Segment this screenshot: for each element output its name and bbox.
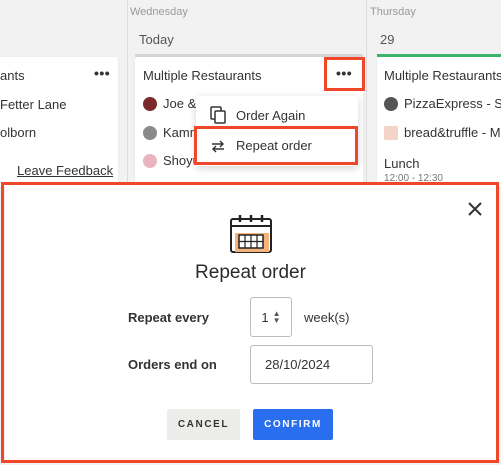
menu-item-repeat-order[interactable]: Repeat order <box>210 138 312 153</box>
today-header: Today <box>139 32 174 47</box>
column-divider <box>127 0 128 190</box>
restaurant-row: olborn <box>0 125 36 140</box>
card-title: ants <box>0 68 25 83</box>
context-menu: Order Again Repeat order <box>196 96 358 166</box>
restaurant-name: olborn <box>0 125 37 140</box>
restaurant-logo-icon <box>143 96 157 111</box>
day-header-wednesday: Wednesday <box>130 6 188 18</box>
cancel-button[interactable]: CANCEL <box>167 409 240 440</box>
restaurant-name: Kamm <box>163 125 201 140</box>
restaurant-row: Fetter Lane <box>0 97 67 112</box>
order-card-left[interactable]: ants ••• Fetter Lane olborn Leave Feedba… <box>0 57 118 187</box>
restaurant-row: PizzaExpress - S <box>384 96 501 111</box>
calendar-background: Wednesday Thursday Today 29 ants ••• Fet… <box>0 0 501 190</box>
repeat-every-label: Repeat every <box>128 310 209 325</box>
menu-item-label: Repeat order <box>236 138 312 153</box>
card-title: Multiple Restaurants <box>384 68 501 83</box>
restaurant-row: Joe & <box>143 96 196 111</box>
restaurant-logo-icon <box>143 125 157 140</box>
day-header-thursday: Thursday <box>370 6 416 18</box>
leave-feedback-link[interactable]: Leave Feedback <box>17 163 113 178</box>
menu-item-label: Order Again <box>236 107 306 123</box>
repeat-frequency-stepper[interactable]: 1 ▲ ▼ <box>250 297 292 337</box>
restaurant-name: Shoyu <box>163 153 200 168</box>
stepper-arrows-icon[interactable]: ▲ ▼ <box>273 310 281 325</box>
calendar-icon <box>230 215 272 253</box>
card-title: Multiple Restaurants <box>143 68 262 83</box>
more-options-icon[interactable]: ••• <box>336 65 352 81</box>
restaurant-logo-icon <box>384 125 398 140</box>
repeat-unit-label: week(s) <box>304 310 350 325</box>
order-card-thursday[interactable]: Multiple Restaurants PizzaExpress - S br… <box>377 57 501 187</box>
more-options-icon[interactable]: ••• <box>94 65 110 81</box>
modal-title: Repeat order <box>195 262 306 283</box>
end-date-input[interactable]: 28/10/2024 <box>250 345 373 384</box>
restaurant-logo-icon <box>143 153 157 168</box>
copy-icon <box>210 106 226 124</box>
thursday-date-header: 29 <box>380 32 395 47</box>
confirm-button[interactable]: CONFIRM <box>253 409 333 440</box>
restaurant-name: bread&truffle - M <box>404 125 501 140</box>
restaurant-row: Kamm <box>143 125 201 140</box>
restaurant-logo-icon <box>384 96 398 111</box>
meal-label: Lunch <box>384 156 420 171</box>
repeat-frequency-value: 1 <box>261 309 269 325</box>
orders-end-label: Orders end on <box>128 357 217 372</box>
menu-item-order-again[interactable]: Order Again <box>210 106 305 124</box>
repeat-icon <box>212 140 224 152</box>
restaurant-name: Joe & <box>163 96 197 111</box>
restaurant-row: Shoyu <box>143 153 200 168</box>
restaurant-name: Fetter Lane <box>0 97 67 112</box>
column-divider <box>366 0 367 190</box>
close-icon[interactable] <box>465 199 485 219</box>
restaurant-name: PizzaExpress - S <box>404 96 501 111</box>
restaurant-row: bread&truffle - M <box>384 125 501 140</box>
